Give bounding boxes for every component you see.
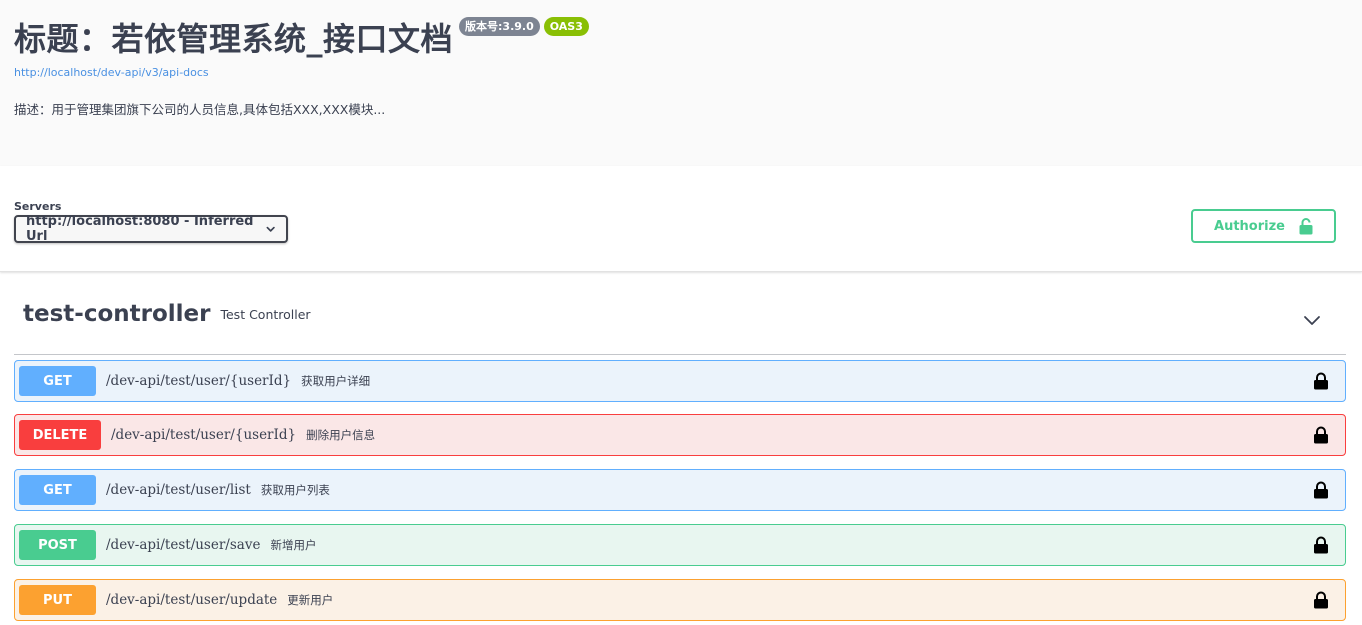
method-badge: DELETE [19, 420, 101, 450]
scheme-container: Servers http://localhost:8080 - Inferred… [0, 166, 1362, 272]
title-row: 标题：若依管理系统_接口文档 版本号:3.9.0 OAS3 [14, 14, 1348, 60]
lock-icon[interactable] [1313, 426, 1329, 444]
api-description: 描述：用于管理集团旗下公司的人员信息,具体包括XXX,XXX模块... [14, 102, 386, 117]
authorize-button[interactable]: Authorize [1191, 209, 1336, 243]
lock-icon[interactable] [1313, 481, 1329, 499]
operation-get-user-list[interactable]: GET /dev-api/test/user/list 获取用户列表 [14, 469, 1346, 511]
operation-summary: 获取用户列表 [260, 483, 330, 497]
lock-icon[interactable] [1313, 536, 1329, 554]
servers-select[interactable]: http://localhost:8080 - Inferred Url [14, 214, 288, 244]
tag-header[interactable]: test-controller Test Controller [14, 273, 1346, 355]
api-docs-link[interactable]: http://localhost/dev-api/v3/api-docs [14, 66, 1348, 79]
chevron-down-icon [266, 226, 275, 232]
tag-name: test-controller [23, 300, 211, 327]
page-title: 标题：若依管理系统_接口文档 [14, 20, 454, 58]
tag-description: Test Controller [220, 307, 311, 322]
method-badge: PUT [19, 585, 96, 615]
operation-path: /dev-api/test/user/update [106, 592, 278, 608]
operation-put-user-update[interactable]: PUT /dev-api/test/user/update 更新用户 [14, 579, 1346, 621]
operation-path: /dev-api/test/user/{userId} [111, 427, 297, 443]
lock-icon[interactable] [1313, 372, 1329, 390]
tag-section-test-controller: test-controller Test Controller GET /dev… [14, 273, 1346, 621]
api-info-section: 标题：若依管理系统_接口文档 版本号:3.9.0 OAS3 http://loc… [0, 0, 1362, 166]
method-badge: GET [19, 366, 96, 396]
operation-summary: 删除用户信息 [306, 428, 376, 442]
operation-get-user-detail[interactable]: GET /dev-api/test/user/{userId} 获取用户详细 [14, 360, 1346, 402]
version-badges: 版本号:3.9.0 OAS3 [459, 17, 593, 36]
chevron-down-icon[interactable] [1302, 313, 1322, 327]
operation-summary: 获取用户详细 [301, 374, 371, 388]
authorize-label: Authorize [1214, 218, 1285, 234]
operation-path: /dev-api/test/user/list [106, 482, 251, 498]
operation-path: /dev-api/test/user/{userId} [106, 373, 292, 389]
operation-post-user-save[interactable]: POST /dev-api/test/user/save 新增用户 [14, 524, 1346, 566]
servers-label: Servers [14, 200, 62, 213]
version-badge: 版本号:3.9.0 [459, 17, 540, 36]
lock-open-icon [1299, 217, 1313, 234]
oas-badge: OAS3 [543, 17, 589, 36]
operation-delete-user[interactable]: DELETE /dev-api/test/user/{userId} 删除用户信… [14, 414, 1346, 456]
servers-selected-value: http://localhost:8080 - Inferred Url [26, 214, 254, 244]
operation-summary: 新增用户 [270, 538, 317, 552]
method-badge: POST [19, 530, 96, 560]
method-badge: GET [19, 475, 96, 505]
operation-summary: 更新用户 [287, 593, 334, 607]
lock-icon[interactable] [1313, 591, 1329, 609]
operation-path: /dev-api/test/user/save [106, 537, 261, 553]
